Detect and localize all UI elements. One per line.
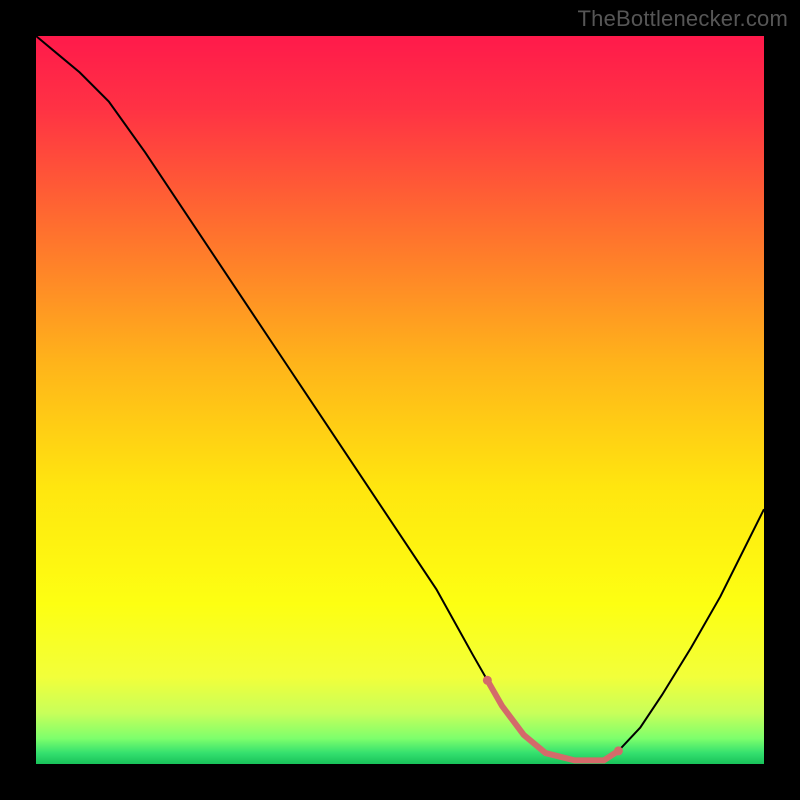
optimal-range-dot	[614, 746, 623, 755]
bottleneck-chart	[36, 36, 764, 764]
chart-frame	[36, 36, 764, 764]
gradient-background	[36, 36, 764, 764]
attribution-text: TheBottlenecker.com	[578, 6, 788, 32]
optimal-range-dot	[483, 676, 492, 685]
